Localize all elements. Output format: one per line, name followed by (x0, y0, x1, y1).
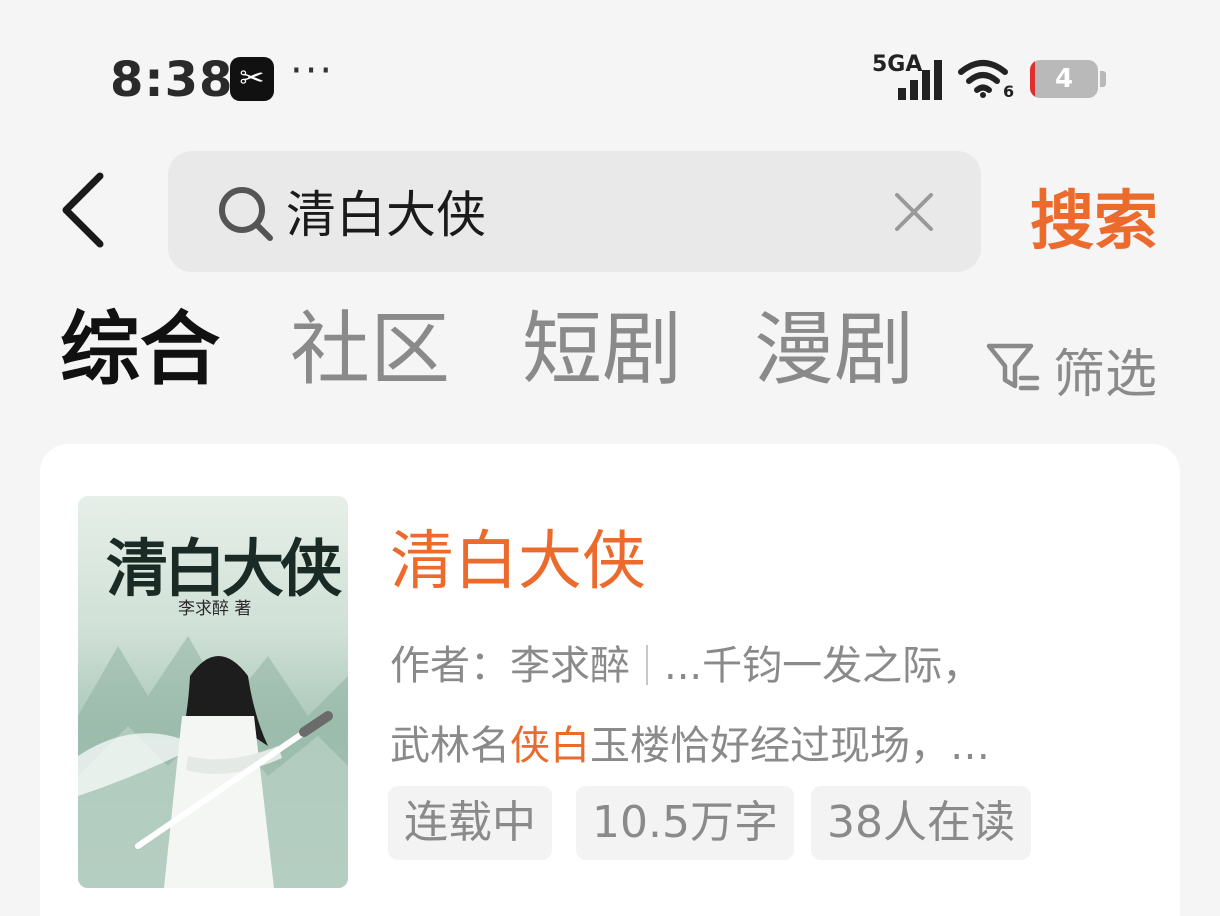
search-bar[interactable] (168, 151, 981, 272)
book-title[interactable]: 清白大侠 (390, 510, 646, 602)
snippet-text-1: ...千钧一发之际， (664, 643, 983, 689)
capcut-app-icon: ✂ (230, 57, 274, 101)
more-notifications-icon: ··· (290, 48, 335, 94)
wifi-standard-label: 6 (1003, 82, 1015, 101)
search-button[interactable]: 搜索 (1030, 170, 1158, 262)
book-description: 作者：李求醉 ...千钧一发之际， 武林名侠白玉楼恰好经过现场，… (390, 626, 1150, 786)
book-result-card[interactable]: 清白大侠 李求醉 著 清白大侠 作者：李求醉 ...千钧一发之际， 武林名侠白玉楼… (40, 444, 1180, 916)
battery-cap (1100, 71, 1106, 87)
tag-readers: 38人在读 (811, 786, 1031, 860)
battery-percent: 4 (1054, 64, 1074, 94)
tag-word-count: 10.5万字 (576, 786, 794, 860)
tab-comprehensive[interactable]: 综合 (60, 300, 220, 400)
back-button[interactable] (56, 170, 116, 250)
book-cover[interactable]: 清白大侠 李求醉 著 (78, 496, 348, 888)
filter-icon (986, 343, 1040, 391)
desc-line-2: 武林名侠白玉楼恰好经过现场，… (390, 706, 1150, 786)
separator (646, 645, 648, 685)
tab-comic-drama[interactable]: 漫剧 (754, 300, 914, 400)
tab-short-drama[interactable]: 短剧 (522, 300, 682, 400)
status-time: 8:38 (110, 52, 234, 108)
cover-author: 李求醉 著 (178, 599, 252, 619)
snippet-text-2b: 玉楼恰好经过现场，… (590, 723, 990, 769)
desc-line-1: 作者：李求醉 ...千钧一发之际， (390, 626, 1150, 706)
status-bar: 8:38 ✂ ··· 5GA 6 4 (0, 0, 1220, 150)
tag-status: 连载中 (388, 786, 552, 860)
snippet-highlight: 侠白 (510, 723, 590, 769)
filter-label: 筛选 (1053, 345, 1158, 405)
clear-icon[interactable] (893, 191, 935, 233)
snippet-text-2a: 武林名 (390, 723, 510, 769)
battery-icon: 4 (1030, 60, 1098, 98)
search-icon (219, 187, 273, 241)
cover-illustration (78, 636, 348, 888)
tab-community[interactable]: 社区 (290, 300, 450, 400)
search-input[interactable] (286, 177, 846, 245)
author-label: 作者：李求醉 (390, 643, 630, 689)
wifi-icon (958, 60, 1008, 98)
cell-signal-icon (898, 60, 942, 100)
